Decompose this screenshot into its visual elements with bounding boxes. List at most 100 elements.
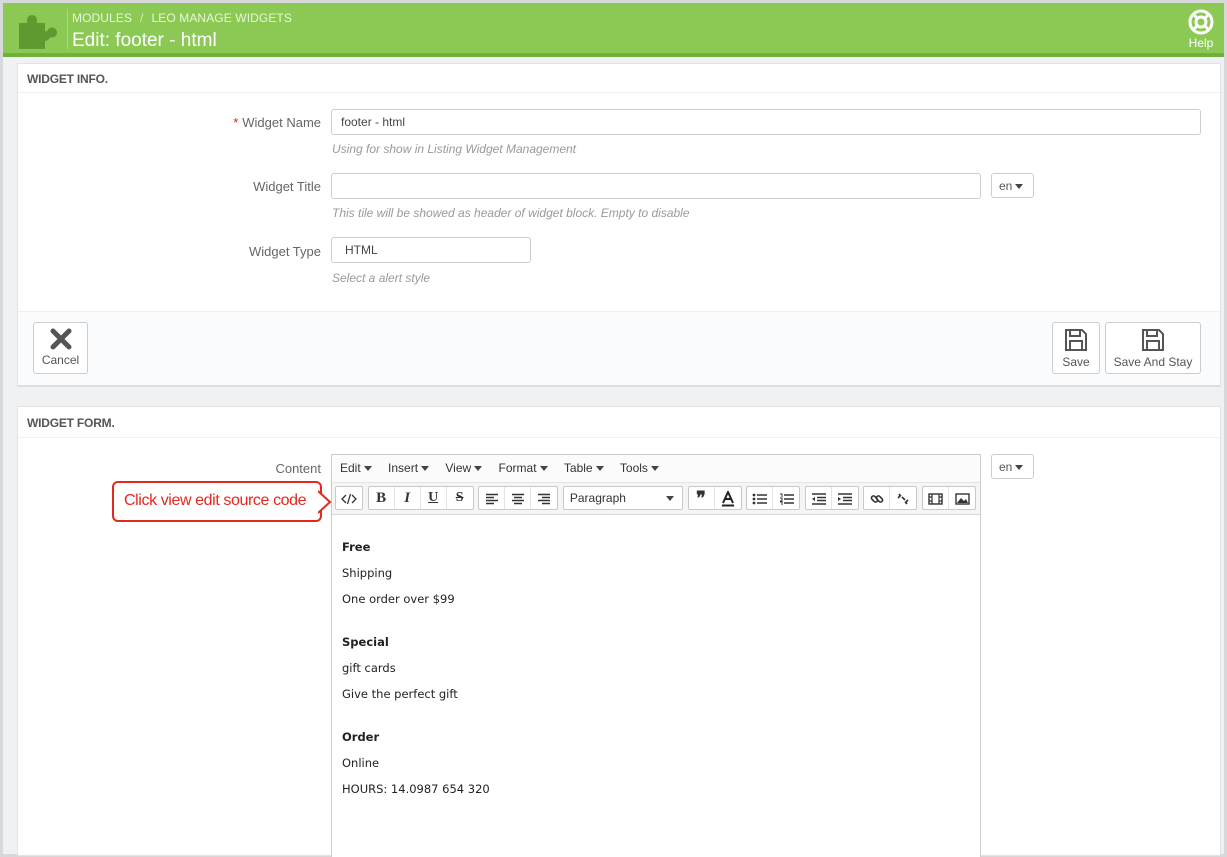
align-center-icon — [511, 493, 524, 504]
widget-name-label: * Widget Name — [18, 115, 321, 130]
lang-value: en — [999, 460, 1013, 474]
widget-name-label-text: Widget Name — [242, 115, 321, 130]
indent-icon — [838, 492, 853, 505]
editor-toolbar: BIUS Paragraph ❞ — [332, 483, 980, 515]
toolbar-group-text: BIUS — [367, 486, 474, 510]
save-and-stay-button[interactable]: Save And Stay — [1105, 322, 1201, 374]
breadcrumb-modules[interactable]: MODULES — [72, 11, 132, 25]
bold-button[interactable]: B — [369, 487, 395, 509]
widget-type-help: Select a alert style — [332, 271, 431, 285]
save-button[interactable]: Save — [1052, 322, 1100, 374]
widget-title-label: Widget Title — [253, 179, 321, 194]
content-line: Shipping — [342, 566, 393, 580]
block-format-select[interactable]: Paragraph — [564, 487, 682, 509]
breadcrumb-leo-manage-widgets[interactable]: LEO MANAGE WIDGETS — [151, 11, 292, 25]
indent-button[interactable] — [832, 487, 858, 509]
widget-name-help: Using for show in Listing Widget Managem… — [332, 142, 577, 156]
insert-link-button[interactable] — [864, 487, 891, 509]
lifebuoy-icon — [1188, 9, 1214, 35]
menu-table-label: Table — [563, 461, 593, 475]
widget-info-heading: WIDGET INFO. — [18, 64, 1220, 93]
rich-text-editor: Edit Insert View Format Table Tools BIUS… — [331, 454, 981, 857]
content-line: Online — [342, 756, 380, 770]
image-icon — [954, 492, 970, 505]
outdent-button[interactable] — [806, 487, 832, 509]
content-lang-dropdown[interactable]: en — [991, 454, 1034, 479]
insert-media-button[interactable] — [923, 487, 949, 509]
caret-down-icon — [474, 466, 483, 471]
menu-insert-label: Insert — [388, 461, 419, 475]
underline-button[interactable]: U — [421, 487, 447, 509]
widget-title-input[interactable] — [331, 173, 981, 199]
caret-down-icon — [595, 466, 604, 471]
editor-content[interactable]: Free Shipping One order over $99 Special… — [332, 515, 980, 819]
page-header: MODULES / LEO MANAGE WIDGETS Edit: footer … — [3, 3, 1224, 57]
menu-tools[interactable]: Tools — [620, 461, 659, 475]
content-heading: Free — [342, 540, 371, 554]
block-format-value: Paragraph — [569, 491, 626, 505]
widget-form-panel: WIDGET FORM. Content en Edit Insert View… — [17, 406, 1221, 857]
toolbar-group-align — [478, 486, 559, 510]
numbered-list-button[interactable] — [773, 487, 799, 509]
numbered-list-icon — [779, 493, 794, 505]
caret-down-icon — [1015, 465, 1024, 470]
bullet-list-icon — [752, 493, 768, 504]
annotation-callout: Click view edit source code — [112, 481, 322, 522]
required-mark: * — [233, 115, 239, 130]
header-divider — [67, 9, 68, 49]
align-right-button[interactable] — [531, 487, 557, 509]
widget-info-panel: WIDGET INFO. * Widget Name footer - html … — [17, 63, 1221, 385]
widget-type-select[interactable]: HTML — [331, 237, 531, 263]
widget-title-lang-dropdown[interactable]: en — [991, 173, 1034, 198]
floppy-disk-icon — [1142, 329, 1164, 351]
breadcrumb: MODULES / LEO MANAGE WIDGETS — [72, 11, 292, 25]
widget-name-input[interactable]: footer - html — [331, 109, 1201, 135]
save-label: Save — [1062, 355, 1090, 369]
strikethrough-button[interactable]: S — [447, 487, 473, 509]
toolbar-group-indent — [804, 486, 859, 510]
breadcrumb-separator: / — [140, 11, 144, 25]
help-label: Help — [1188, 36, 1214, 50]
caret-down-icon — [539, 466, 548, 471]
callout-pointer — [318, 490, 332, 514]
menu-view[interactable]: View — [445, 461, 483, 475]
content-line: gift cards — [342, 661, 396, 675]
menu-edit[interactable]: Edit — [340, 461, 372, 475]
widget-title-help: This tile will be showed as header of wi… — [332, 206, 690, 220]
align-left-icon — [485, 493, 498, 504]
menu-format[interactable]: Format — [499, 461, 548, 475]
toolbar-group-format: Paragraph — [562, 486, 683, 510]
menu-table[interactable]: Table — [564, 461, 604, 475]
help-button[interactable]: Help — [1186, 9, 1216, 50]
italic-button[interactable]: I — [395, 487, 421, 509]
align-center-button[interactable] — [505, 487, 532, 509]
content-label: Content — [275, 461, 321, 476]
text-color-button[interactable] — [715, 487, 741, 509]
insert-image-button[interactable] — [949, 487, 975, 509]
film-icon — [928, 492, 943, 505]
menu-tools-label: Tools — [619, 461, 648, 475]
code-icon — [341, 493, 357, 504]
caret-down-icon — [363, 466, 372, 471]
bullet-list-button[interactable] — [747, 487, 774, 509]
menu-format-label: Format — [498, 461, 537, 475]
caret-down-icon — [665, 496, 674, 501]
source-code-button[interactable] — [336, 487, 362, 509]
caret-down-icon — [1015, 184, 1024, 189]
text-color-icon — [721, 489, 734, 507]
unlink-button[interactable] — [890, 487, 916, 509]
toolbar-group-media — [922, 486, 976, 510]
menu-view-label: View — [445, 461, 472, 475]
menu-insert[interactable]: Insert — [388, 461, 430, 475]
blockquote-button[interactable]: ❞ — [689, 487, 715, 509]
cancel-button[interactable]: Cancel — [33, 322, 88, 374]
caret-down-icon — [421, 466, 430, 471]
page-title: Edit: footer - html — [72, 30, 217, 51]
panel-footer: Cancel Save Save And Stay — [18, 311, 1220, 385]
align-left-button[interactable] — [479, 487, 506, 509]
editor-menubar: Edit Insert View Format Table Tools — [332, 455, 980, 483]
outdent-icon — [811, 492, 826, 505]
save-and-stay-label: Save And Stay — [1113, 355, 1193, 369]
